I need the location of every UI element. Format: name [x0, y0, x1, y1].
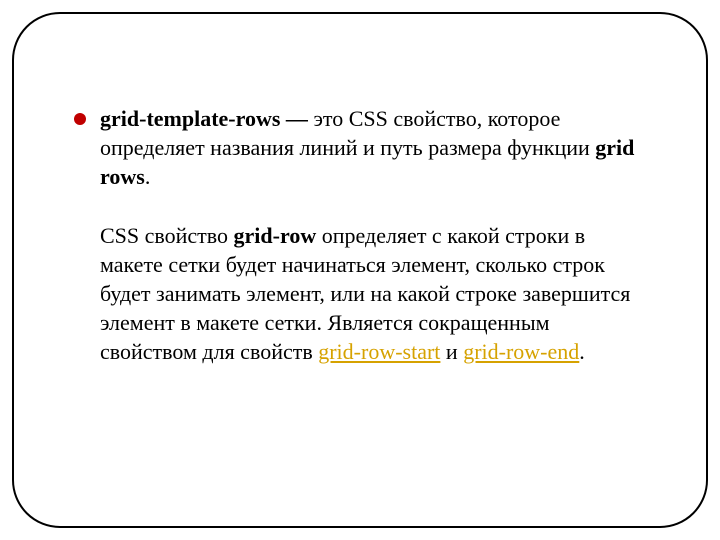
term-1: grid-template-rows —	[100, 106, 313, 131]
term-3: grid-row	[234, 223, 317, 248]
body-text: grid-template-rows — это CSS свойство, к…	[100, 104, 646, 366]
bullet-icon	[74, 113, 86, 125]
bullet-item: grid-template-rows — это CSS свойство, к…	[74, 104, 646, 366]
link-grid-row-start[interactable]: grid-row-start	[318, 339, 440, 364]
period-2: .	[579, 339, 585, 364]
period-1: .	[145, 164, 151, 189]
slide-frame: grid-template-rows — это CSS свойство, к…	[12, 12, 708, 528]
link-grid-row-end[interactable]: grid-row-end	[463, 339, 579, 364]
desc-2a: CSS свойство	[100, 223, 234, 248]
paragraph-break	[100, 191, 646, 221]
conj-and: и	[440, 339, 463, 364]
